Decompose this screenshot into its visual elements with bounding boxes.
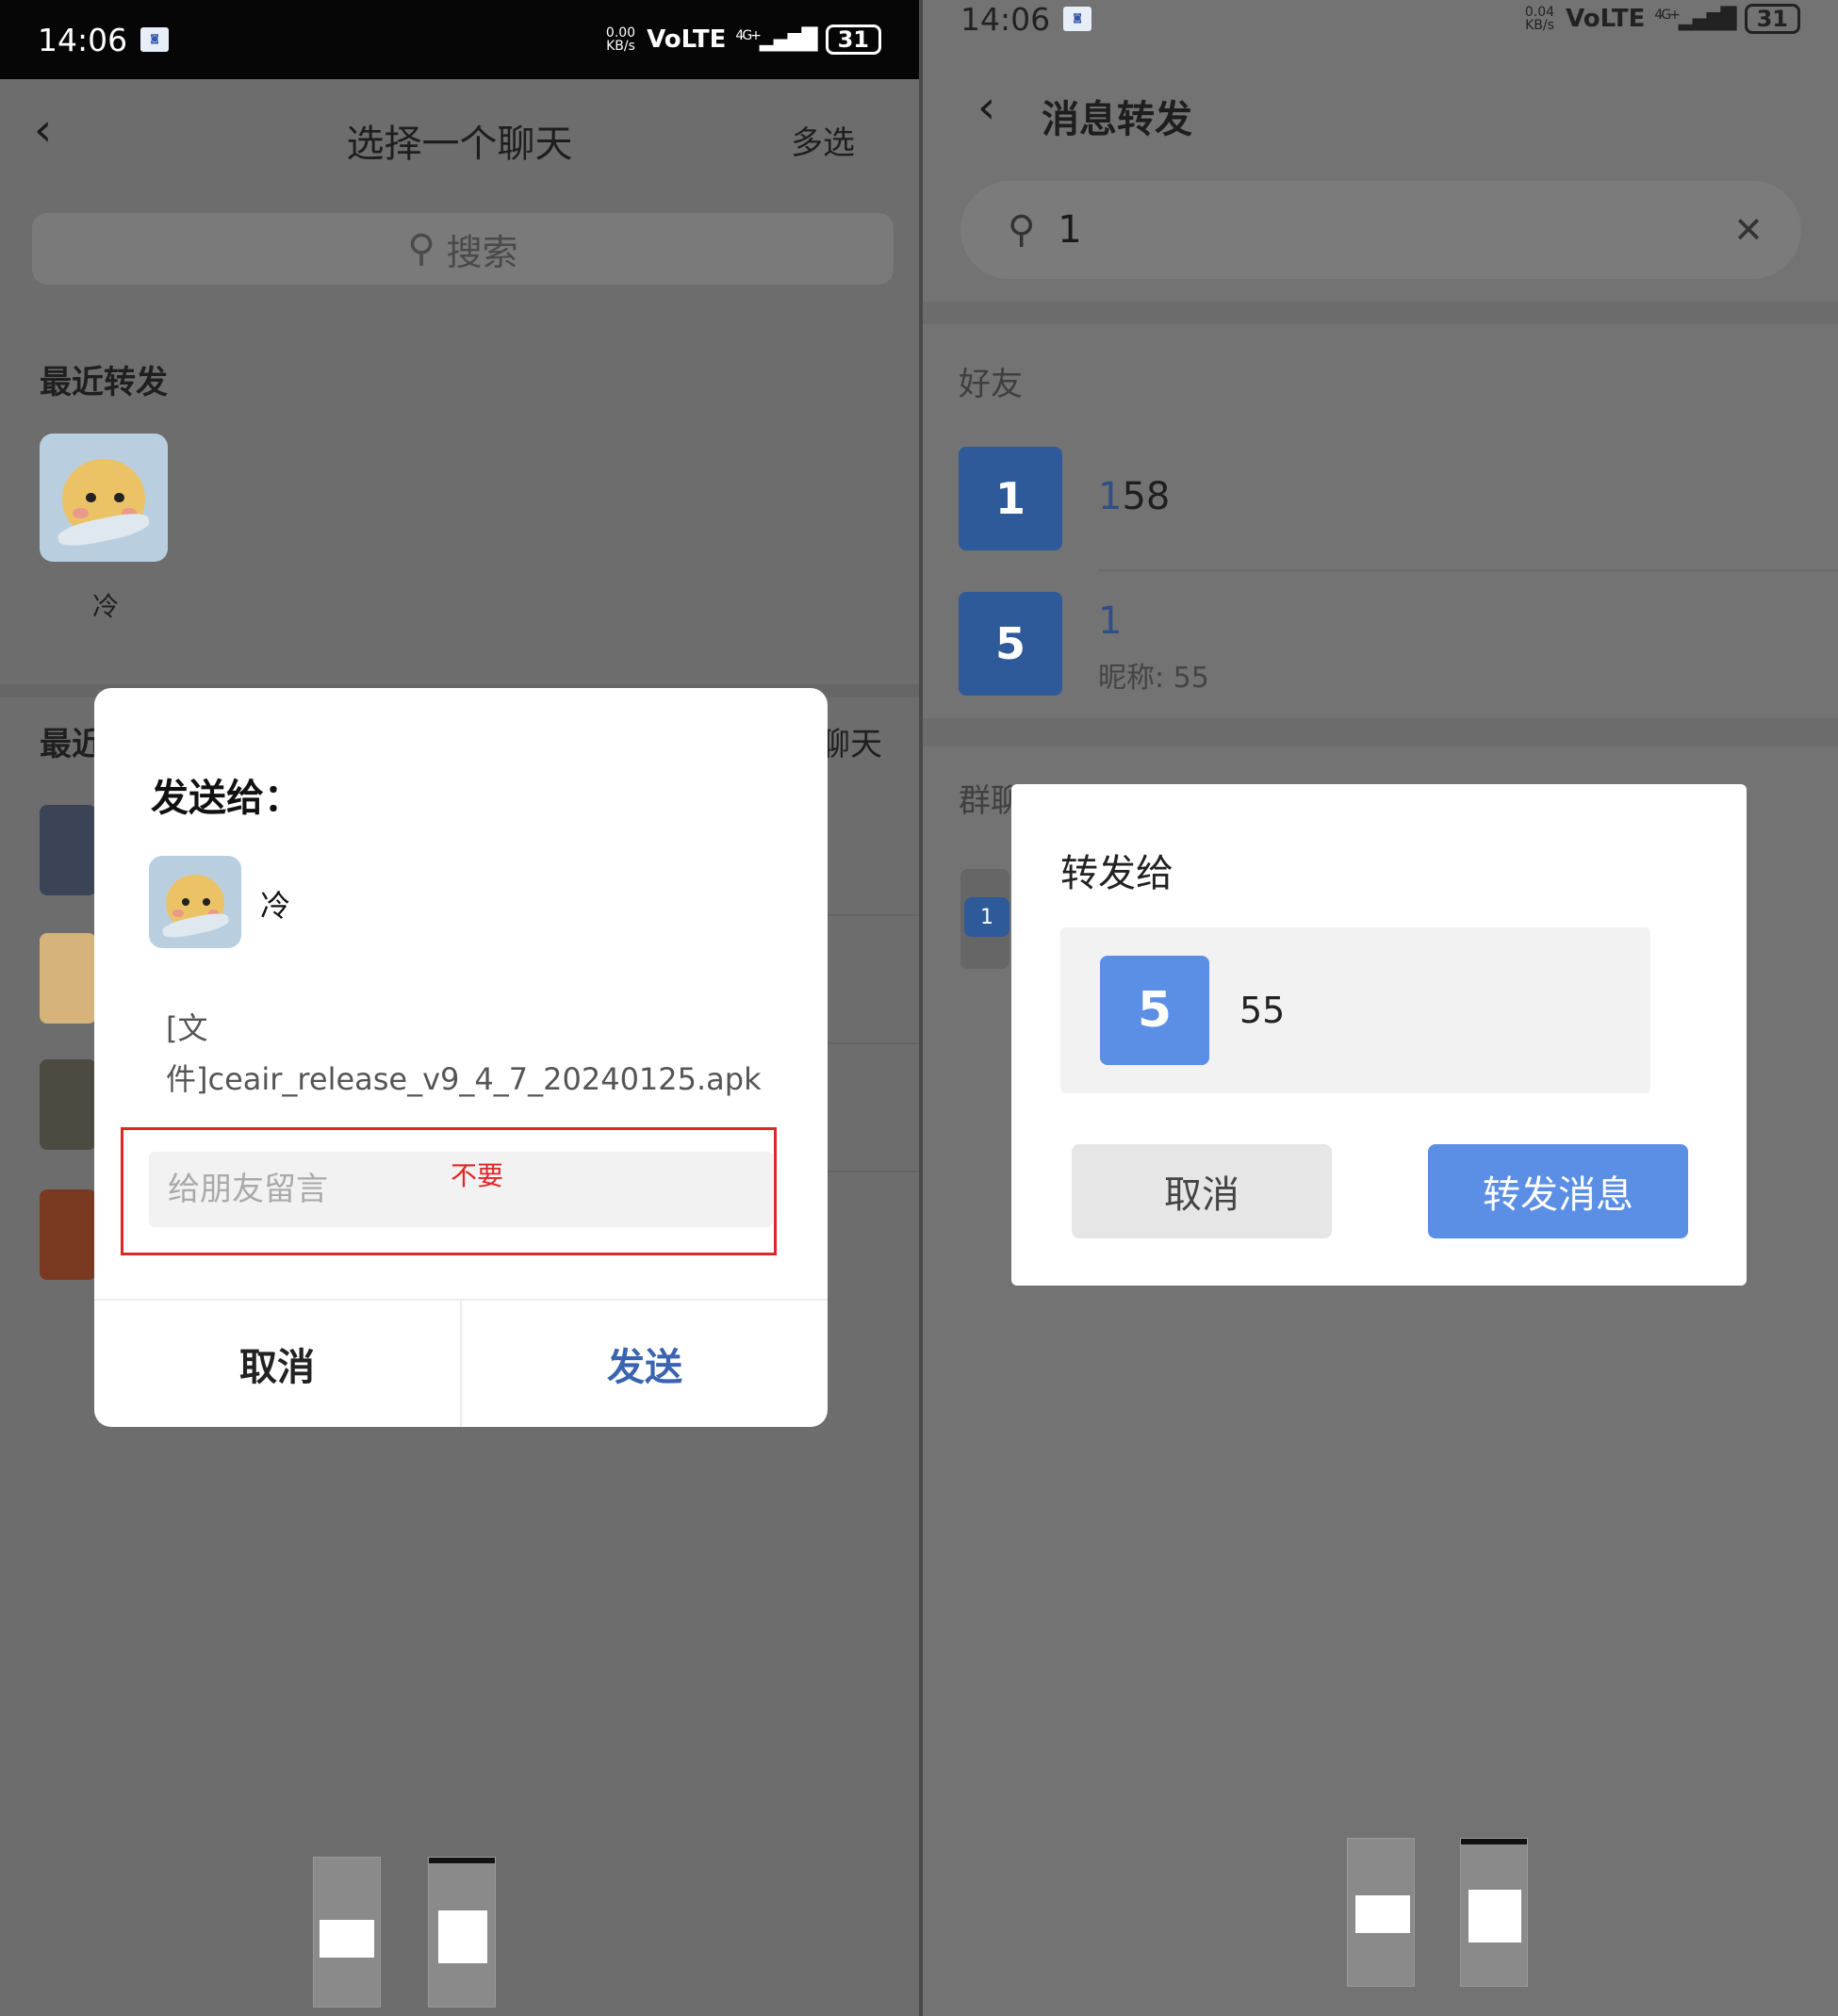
- search-icon: ⚲: [1008, 208, 1036, 252]
- annotation-text: 不要: [451, 1160, 504, 1191]
- forward-button[interactable]: 转发消息: [1428, 1144, 1688, 1238]
- search-icon: ⚲: [407, 227, 435, 270]
- left-screenshot-panel: 14:06 ◙ 0.00 KB/s VoLTE 4G+▂▄▆█ 31 ‹ 选择一个…: [0, 0, 919, 2016]
- row-divider: [1098, 569, 1838, 571]
- cancel-button[interactable]: 取消: [94, 1301, 462, 1427]
- page-title: 消息转发: [1042, 98, 1192, 141]
- battery-icon: 31: [825, 25, 881, 55]
- row-divider: [825, 914, 919, 916]
- avatar[interactable]: [40, 933, 96, 1024]
- friends-section-title: 好友: [959, 366, 1023, 403]
- chat-picker-header: ‹ 选择一个聊天 多选: [0, 79, 919, 192]
- recent-app-thumbnail[interactable]: [1460, 1838, 1528, 1987]
- row-divider: [825, 1171, 919, 1172]
- signal-icon: 4G+▂▄▆█: [1654, 7, 1736, 31]
- recipient-name: 冷: [260, 888, 291, 924]
- network-rate: 0.04 KB/s: [1524, 5, 1555, 33]
- recent-forward-title: 最近转发: [40, 364, 168, 402]
- recent-app-thumbnail[interactable]: [1347, 1838, 1415, 1987]
- status-time: 14:06: [38, 21, 128, 58]
- status-bar: 14:06 ◙ 0.04 KB/s VoLTE 4G+▂▄▆█ 31: [923, 0, 1838, 38]
- search-query[interactable]: 1: [1058, 208, 1733, 252]
- annotation-box: [121, 1127, 777, 1255]
- send-to-dialog: 发送给： 冷 [文 件]ceair_release_v9_4_7_2024012…: [94, 688, 828, 1427]
- row-divider: [825, 1042, 919, 1044]
- section-divider: [923, 718, 1838, 746]
- cancel-button[interactable]: 取消: [1072, 1144, 1332, 1238]
- status-bar: 14:06 ◙ 0.00 KB/s VoLTE 4G+▂▄▆█ 31: [0, 0, 919, 79]
- avatar[interactable]: [40, 434, 168, 562]
- volte-indicator: VoLTE: [647, 25, 727, 54]
- recent-chats-link[interactable]: 聊天: [818, 718, 882, 764]
- forward-target: 5 55: [1060, 927, 1650, 1093]
- recent-app-thumbnail[interactable]: [428, 1857, 496, 2008]
- clear-icon[interactable]: ✕: [1733, 209, 1764, 251]
- dialog-title: 发送给：: [151, 777, 302, 820]
- network-rate: 0.00 KB/s: [605, 25, 636, 54]
- search-placeholder: 搜索: [446, 231, 518, 273]
- forward-to-dialog: 转发给 5 55 取消 转发消息: [1011, 784, 1747, 1286]
- notification-app-icon: ◙: [1063, 7, 1092, 31]
- right-screenshot-panel: 14:06 ◙ 0.04 KB/s VoLTE 4G+▂▄▆█ 31 ‹ 消息转发…: [923, 0, 1838, 2016]
- page-title: 选择一个聊天: [346, 123, 573, 166]
- recent-app-thumbnail[interactable]: [313, 1857, 381, 2008]
- notification-app-icon: ◙: [140, 27, 170, 52]
- avatar[interactable]: 5: [959, 592, 1062, 696]
- send-button[interactable]: 发送: [462, 1301, 828, 1427]
- dialog-button-row: 取消 发送: [94, 1299, 828, 1427]
- status-time: 14:06: [960, 0, 1051, 38]
- avatar[interactable]: [40, 1189, 96, 1280]
- search-input[interactable]: ⚲ 搜索: [32, 213, 894, 285]
- avatar[interactable]: [40, 1059, 96, 1150]
- multi-select-button[interactable]: 多选: [791, 117, 855, 163]
- avatar: 5: [1100, 956, 1209, 1065]
- friend-name[interactable]: 158: [1098, 475, 1170, 518]
- target-name: 55: [1239, 990, 1286, 1031]
- section-divider: [923, 302, 1838, 324]
- dialog-title: 转发给: [1060, 852, 1173, 895]
- file-message-preview: [文 件]ceair_release_v9_4_7_20240125.apk: [166, 1010, 762, 1097]
- search-input[interactable]: ⚲ 1 ✕: [960, 181, 1801, 279]
- back-arrow-icon[interactable]: ‹: [977, 81, 995, 134]
- avatar: 1: [964, 897, 1009, 937]
- volte-indicator: VoLTE: [1566, 5, 1646, 33]
- avatar[interactable]: [40, 805, 96, 895]
- friend-nickname: 昵称: 55: [1098, 662, 1209, 695]
- battery-icon: 31: [1744, 4, 1800, 34]
- group-row[interactable]: 1: [960, 869, 1009, 969]
- signal-icon: 4G+▂▄▆█: [735, 27, 817, 52]
- recent-contact-name: 冷: [92, 591, 120, 622]
- avatar[interactable]: 1: [959, 447, 1062, 550]
- avatar: [149, 856, 241, 948]
- friend-name[interactable]: 1: [1098, 599, 1122, 643]
